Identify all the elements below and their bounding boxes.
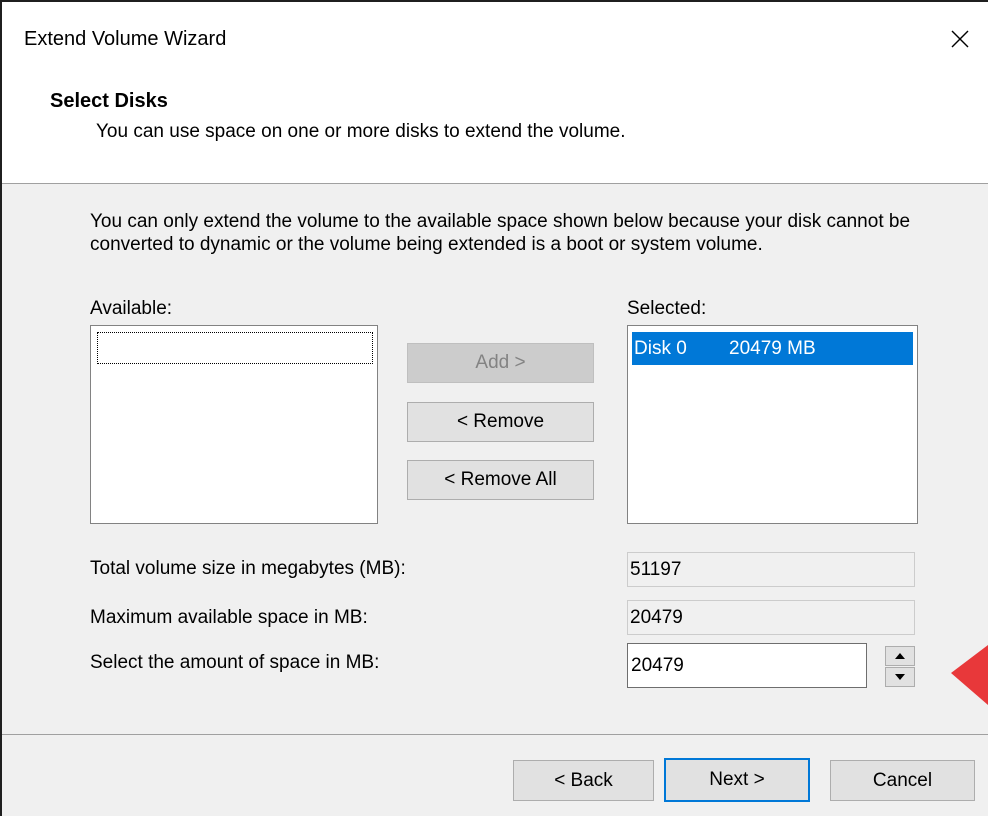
next-button[interactable]: Next > xyxy=(664,758,810,802)
window-title: Extend Volume Wizard xyxy=(24,28,227,50)
available-disks-list[interactable] xyxy=(90,325,378,524)
focus-rectangle xyxy=(97,332,373,364)
back-button[interactable]: < Back xyxy=(513,760,654,801)
triangle-up-icon xyxy=(895,653,905,659)
total-size-value: 51197 xyxy=(630,559,682,580)
total-size-field: 51197 xyxy=(627,552,915,587)
title-bar: Extend Volume Wizard xyxy=(2,2,988,76)
selected-label: Selected: xyxy=(627,298,707,319)
cancel-button[interactable]: Cancel xyxy=(830,760,975,801)
max-space-label: Maximum available space in MB: xyxy=(90,607,368,628)
selected-disk-row[interactable]: Disk 0 20479 MB xyxy=(632,332,913,365)
remove-all-button[interactable]: < Remove All xyxy=(407,460,594,500)
close-icon xyxy=(951,30,969,48)
amount-input[interactable] xyxy=(627,643,867,688)
page-subtitle: You can use space on one or more disks t… xyxy=(96,121,626,142)
available-label: Available: xyxy=(90,298,173,319)
disk-size: 20479 MB xyxy=(729,338,816,359)
spin-up-button[interactable] xyxy=(885,646,915,666)
add-button[interactable]: Add > xyxy=(407,343,594,383)
info-text: You can only extend the volume to the av… xyxy=(90,211,911,255)
footer-separator xyxy=(2,734,988,735)
total-size-label: Total volume size in megabytes (MB): xyxy=(90,558,406,579)
selected-disks-list[interactable]: Disk 0 20479 MB xyxy=(627,325,918,524)
page-title: Select Disks xyxy=(50,90,168,112)
spin-down-button[interactable] xyxy=(885,667,915,687)
annotation-arrow-icon xyxy=(951,645,988,705)
max-space-value: 20479 xyxy=(630,607,683,628)
remove-button[interactable]: < Remove xyxy=(407,402,594,442)
triangle-down-icon xyxy=(895,674,905,680)
extend-volume-wizard-window: Extend Volume Wizard Select Disks You ca… xyxy=(0,0,988,816)
select-amount-label: Select the amount of space in MB: xyxy=(90,652,380,673)
wizard-header: Select Disks You can use space on one or… xyxy=(2,76,988,184)
disk-name: Disk 0 xyxy=(634,338,687,359)
max-space-field: 20479 xyxy=(627,600,915,635)
close-button[interactable] xyxy=(932,2,988,76)
